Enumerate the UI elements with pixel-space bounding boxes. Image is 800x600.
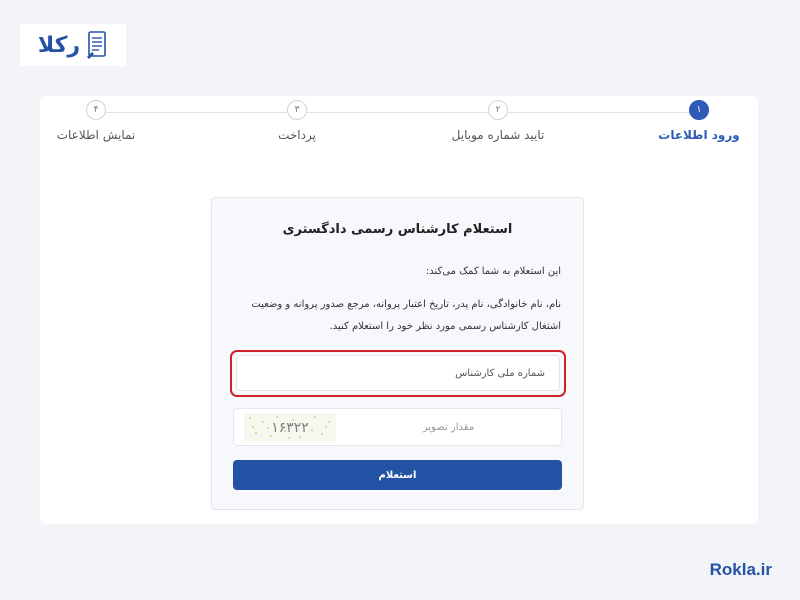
form-title: استعلام کارشناس رسمی دادگستری (282, 222, 513, 237)
step-1[interactable]: ۱ ورود اطلاعات (629, 100, 769, 142)
inquiry-form: استعلام کارشناس رسمی دادگستری این استعلا… (211, 197, 584, 510)
step-1-number: ۱ (689, 100, 709, 120)
step-4[interactable]: ۴ نمایش اطلاعات (26, 100, 166, 142)
form-intro: این استعلام به شما کمک می‌کند: (425, 266, 561, 277)
captcha-input[interactable] (336, 409, 561, 445)
step-1-label: ورود اطلاعات (658, 128, 740, 142)
captcha-image[interactable]: ۱۶۳۲۲ (244, 413, 336, 441)
logo: رکلا (20, 24, 126, 66)
logo-text: رکلا (37, 32, 81, 58)
captcha-field: ۱۶۳۲۲ (233, 408, 562, 446)
form-description-line1: نام، نام خانوادگی، نام پدر، تاریخ اعتبار… (251, 299, 561, 310)
national-id-input[interactable] (236, 355, 560, 391)
step-3-number: ۳ (287, 100, 307, 120)
step-4-label: نمایش اطلاعات (56, 128, 136, 142)
captcha-code: ۱۶۳۲۲ (271, 420, 309, 436)
step-2[interactable]: ۲ تایید شماره موبایل (428, 100, 568, 142)
step-4-number: ۴ (86, 100, 106, 120)
footer-brand: Rokla.ir (709, 560, 772, 579)
step-2-label: تایید شماره موبایل (451, 128, 545, 142)
stepper-line (96, 112, 700, 113)
document-icon (87, 31, 106, 59)
form-description-line2: اشتغال کارشناس رسمی مورد نظر خود را استع… (329, 321, 561, 332)
step-2-number: ۲ (488, 100, 508, 120)
step-3[interactable]: ۳ پرداخت (227, 100, 367, 142)
submit-button[interactable]: استعلام (233, 460, 562, 490)
step-3-label: پرداخت (278, 128, 316, 142)
form-description: نام، نام خانوادگی، نام پدر، تاریخ اعتبار… (234, 294, 561, 338)
